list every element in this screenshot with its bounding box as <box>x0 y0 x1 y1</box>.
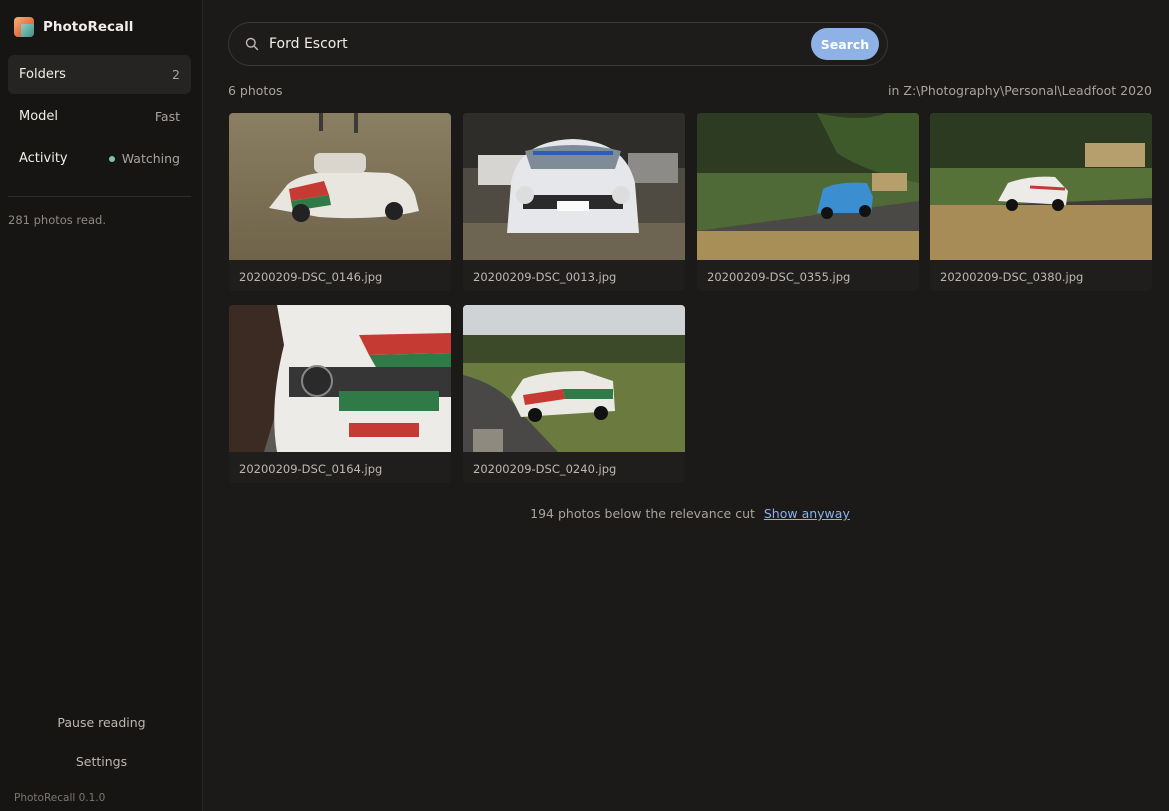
search-input[interactable] <box>269 23 789 65</box>
photo-thumbnail[interactable] <box>463 305 685 452</box>
search-icon <box>245 37 259 51</box>
search-button[interactable]: Search <box>811 28 879 60</box>
show-anyway-link[interactable]: Show anyway <box>764 506 850 521</box>
photo-card[interactable]: 20200209-DSC_0380.jpg <box>930 113 1152 291</box>
photo-thumbnail[interactable] <box>229 113 451 260</box>
relevance-cut-text: 194 photos below the relevance cut <box>530 506 755 521</box>
photo-thumbnail[interactable] <box>697 113 919 260</box>
photo-thumbnail[interactable] <box>930 113 1152 260</box>
app-title: PhotoRecall <box>43 19 134 35</box>
sidebar-item-activity[interactable]: Activity Watching <box>8 139 191 178</box>
search-bar: Search <box>228 22 888 66</box>
sidebar-item-label: Model <box>19 109 59 124</box>
model-value: Fast <box>154 109 180 124</box>
activity-status: Watching <box>108 151 180 166</box>
photos-read-status: 281 photos read. <box>8 213 106 227</box>
sidebar-item-label: Activity <box>19 151 68 166</box>
app-version: PhotoRecall 0.1.0 <box>14 792 106 804</box>
app-logo-icon <box>14 17 34 37</box>
sidebar-item-model[interactable]: Model Fast <box>8 97 191 136</box>
status-dot-icon <box>108 155 115 162</box>
photo-thumbnail[interactable] <box>463 113 685 260</box>
app-header: PhotoRecall <box>14 17 133 37</box>
divider <box>8 196 191 197</box>
photo-filename: 20200209-DSC_0240.jpg <box>473 462 617 476</box>
sidebar-item-label: Folders <box>19 67 66 82</box>
activity-status-label: Watching <box>121 151 180 166</box>
photo-card[interactable]: 20200209-DSC_0164.jpg <box>229 305 451 483</box>
photo-card[interactable]: 20200209-DSC_0355.jpg <box>697 113 919 291</box>
photo-filename: 20200209-DSC_0013.jpg <box>473 270 617 284</box>
sidebar: PhotoRecall Folders 2 Model Fast Activit… <box>0 0 203 811</box>
photo-filename: 20200209-DSC_0164.jpg <box>239 462 383 476</box>
photo-filename: 20200209-DSC_0146.jpg <box>239 270 383 284</box>
relevance-cut-row: 194 photos below the relevance cut Show … <box>228 506 1152 521</box>
folder-path: in Z:\Photography\Personal\Leadfoot 2020 <box>888 83 1152 98</box>
sidebar-item-folders[interactable]: Folders 2 <box>8 55 191 94</box>
result-count: 6 photos <box>228 83 283 98</box>
photo-card[interactable]: 20200209-DSC_0146.jpg <box>229 113 451 291</box>
photo-filename: 20200209-DSC_0355.jpg <box>707 270 851 284</box>
photo-card[interactable]: 20200209-DSC_0240.jpg <box>463 305 685 483</box>
photo-card[interactable]: 20200209-DSC_0013.jpg <box>463 113 685 291</box>
photo-filename: 20200209-DSC_0380.jpg <box>940 270 1084 284</box>
photo-thumbnail[interactable] <box>229 305 451 452</box>
pause-reading-button[interactable]: Pause reading <box>0 715 203 730</box>
settings-button[interactable]: Settings <box>0 754 203 769</box>
folder-count: 2 <box>172 67 180 82</box>
